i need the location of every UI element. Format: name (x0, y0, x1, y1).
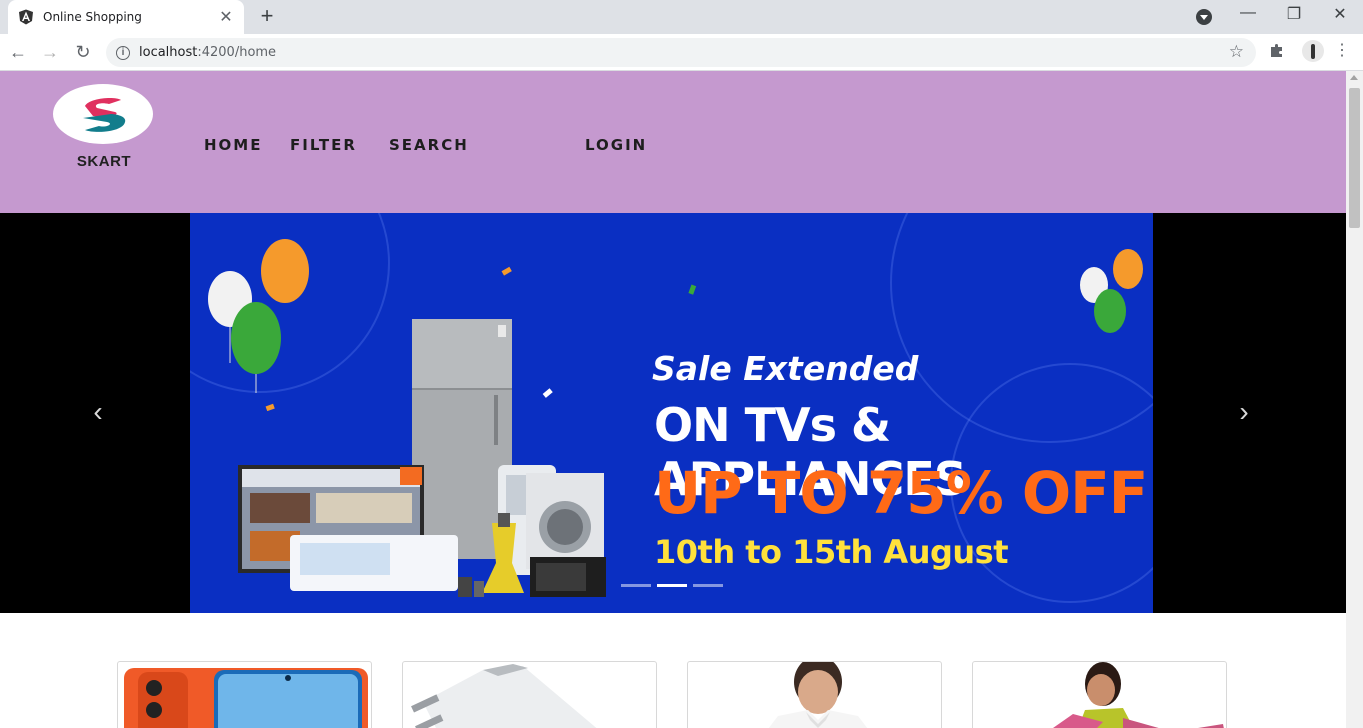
page-scrollbar[interactable] (1346, 71, 1363, 728)
browser-toolbar: ← → ↻ i localhost:4200/home ☆ (0, 34, 1363, 71)
restore-button[interactable]: ❐ (1281, 4, 1307, 28)
product-card-shirt[interactable] (687, 661, 942, 728)
browser-tab-bar: Online Shopping ✕ + — ❐ ✕ (0, 0, 1363, 34)
skart-logo-icon (83, 98, 126, 132)
charger-product-image (411, 664, 597, 728)
url-text: localhost:4200/home (139, 45, 277, 60)
tab-search-icon[interactable] (1196, 9, 1212, 25)
product-card-phone[interactable] (117, 661, 372, 728)
browser-tab[interactable]: Online Shopping ✕ (8, 0, 244, 34)
carousel-indicator[interactable] (621, 584, 651, 587)
scroll-up-arrow-icon[interactable] (1350, 75, 1358, 80)
nav-search-link[interactable]: SEARCH (389, 136, 469, 154)
new-tab-button[interactable]: + (256, 5, 278, 28)
close-window-button[interactable]: ✕ (1327, 4, 1353, 28)
carousel-indicators (621, 584, 723, 587)
logo-text: SKART (76, 153, 132, 170)
minimize-button[interactable]: — (1235, 4, 1261, 28)
slide-tagline: Sale Extended (652, 349, 919, 388)
tab-title: Online Shopping (43, 10, 142, 24)
extensions-puzzle-icon[interactable] (1268, 42, 1286, 60)
bookmark-star-icon[interactable]: ☆ (1229, 42, 1244, 62)
scrollbar-thumb[interactable] (1349, 88, 1360, 228)
browser-menu-icon[interactable]: ⋮ (1334, 43, 1350, 61)
reload-button[interactable]: ↻ (71, 41, 95, 65)
nav-filter-link[interactable]: FILTER (290, 136, 357, 154)
product-card-charger[interactable] (402, 661, 657, 728)
address-bar[interactable]: i localhost:4200/home ☆ (106, 38, 1256, 67)
carousel-next-icon[interactable]: › (1234, 398, 1254, 426)
profile-avatar[interactable] (1302, 40, 1324, 62)
carousel-prev-icon[interactable]: ‹ (88, 398, 108, 426)
shirt-product-image (768, 662, 868, 728)
carousel-indicator[interactable] (693, 584, 723, 587)
nav-home-link[interactable]: HOME (204, 136, 262, 154)
carousel-slide: Sale Extended ON TVs & APPLIANCES UP TO … (190, 213, 1153, 613)
site-logo[interactable] (53, 84, 153, 144)
back-button[interactable]: ← (6, 41, 30, 65)
slide-offer: UP TO 75% OFF (654, 459, 1148, 527)
product-card-saree[interactable] (972, 661, 1227, 728)
page-viewport: SKART HOME FILTER SEARCH LOGIN ‹ › Sale … (0, 71, 1363, 728)
site-info-icon[interactable]: i (116, 45, 130, 60)
angular-favicon-icon (19, 9, 33, 25)
tab-close-icon[interactable]: ✕ (218, 7, 234, 27)
forward-button[interactable]: → (38, 41, 62, 65)
saree-product-image (1053, 662, 1224, 728)
carousel-indicator-active[interactable] (657, 584, 687, 587)
slide-dates: 10th to 15th August (654, 533, 1009, 571)
nav-login-link[interactable]: LOGIN (585, 136, 647, 154)
banner-carousel: ‹ › Sale Extended ON TVs & APPLIANCES UP… (0, 213, 1346, 613)
site-header: SKART HOME FILTER SEARCH LOGIN (0, 71, 1346, 213)
phone-product-image (124, 668, 368, 728)
